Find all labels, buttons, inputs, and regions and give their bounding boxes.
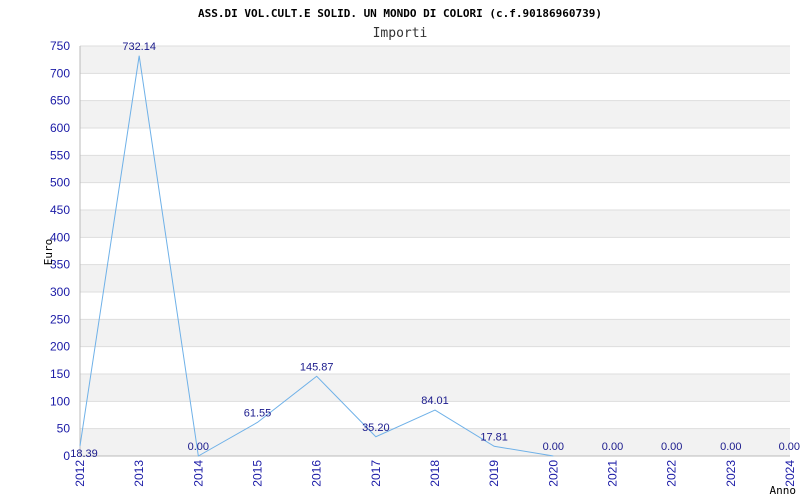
y-tick-label: 750	[50, 39, 70, 53]
data-label: 0.00	[720, 441, 741, 453]
data-label: 18.39	[70, 448, 98, 460]
x-tick-label: 2022	[665, 460, 679, 487]
chart-subtitle: Importi	[373, 26, 428, 41]
data-label: 0.00	[602, 441, 623, 453]
x-tick-labels: 2012 2013 2014 2015 2016 2017 2018 2019 2020 2021…	[73, 460, 797, 487]
grid-band	[80, 46, 790, 74]
y-tick-label: 200	[50, 340, 70, 354]
grid-band	[80, 155, 790, 183]
y-tick-label: 650	[50, 94, 70, 108]
data-label: 145.87	[300, 361, 334, 373]
grid-band	[80, 319, 790, 347]
grid-band	[80, 428, 790, 456]
y-tick-label: 550	[50, 148, 70, 162]
x-tick-label: 2017	[369, 460, 383, 487]
y-tick-label: 150	[50, 367, 70, 381]
y-tick-label: 450	[50, 203, 70, 217]
data-label: 17.81	[480, 431, 508, 443]
x-tick-label: 2016	[310, 460, 324, 487]
y-tick-label: 100	[50, 394, 70, 408]
y-tick-label: 600	[50, 121, 70, 135]
data-label: 732.14	[122, 41, 156, 53]
data-label: 84.01	[421, 395, 449, 407]
x-tick-label: 2020	[546, 460, 560, 487]
x-tick-label: 2023	[724, 460, 738, 487]
y-tick-label: 300	[50, 285, 70, 299]
grid-band	[80, 210, 790, 238]
grid-band	[80, 100, 790, 128]
chart-title: ASS.DI VOL.CULT.E SOLID. UN MONDO DI COL…	[198, 7, 602, 20]
y-axis-label: Euro	[42, 239, 55, 266]
data-label: 0.00	[188, 441, 209, 453]
data-label: 61.55	[244, 407, 272, 419]
y-tick-label: 700	[50, 66, 70, 80]
x-tick-label: 2013	[132, 460, 146, 487]
x-tick-label: 2024	[783, 460, 797, 487]
y-tick-label: 500	[50, 176, 70, 190]
x-tick-label: 2012	[73, 460, 87, 487]
x-tick-label: 2014	[191, 460, 205, 487]
y-tick-label: 250	[50, 312, 70, 326]
grid-band	[80, 264, 790, 292]
data-label: 0.00	[779, 441, 800, 453]
x-tick-label: 2021	[606, 460, 620, 487]
x-tick-label: 2015	[251, 460, 265, 487]
line-chart: ASS.DI VOL.CULT.E SOLID. UN MONDO DI COL…	[42, 7, 800, 497]
x-tick-label: 2018	[428, 460, 442, 487]
y-tick-label: 50	[57, 422, 71, 436]
x-tick-label: 2019	[487, 460, 501, 487]
data-label: 35.20	[362, 422, 390, 434]
data-label: 0.00	[661, 441, 682, 453]
data-label: 0.00	[543, 441, 564, 453]
x-axis-label: Anno	[770, 484, 797, 497]
